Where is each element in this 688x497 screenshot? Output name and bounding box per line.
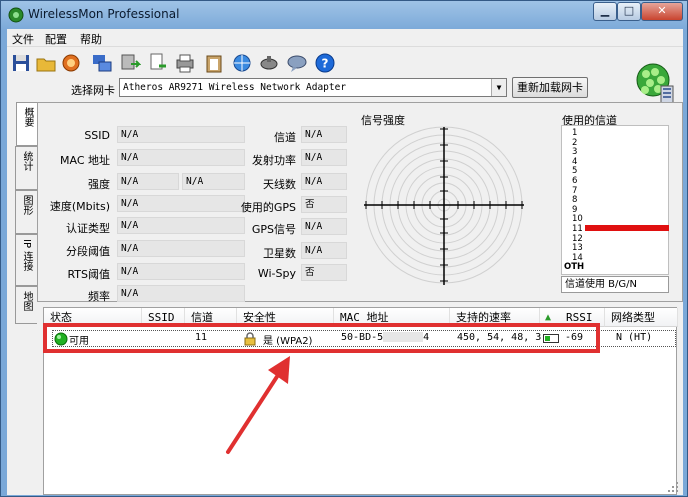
help-icon[interactable]: ?	[314, 52, 336, 74]
channel-number-11: 11	[572, 224, 583, 234]
adapter-label: 选择网卡	[71, 84, 115, 97]
rts-threshold-value: N/A	[117, 263, 245, 280]
signal-radar	[364, 126, 524, 285]
record-icon[interactable]	[60, 52, 82, 74]
speed-label: 速度(Mbits)	[49, 200, 110, 213]
antenna-count-value: N/A	[301, 173, 347, 190]
chevron-down-icon[interactable]: ▼	[491, 79, 506, 96]
close-button[interactable]: ✕	[641, 2, 683, 21]
menu-config[interactable]: 配置	[45, 31, 67, 47]
svg-text:?: ?	[322, 57, 329, 71]
reload-adapter-button[interactable]: 重新加载网卡	[512, 77, 588, 98]
strength-value-secondary: N/A	[182, 173, 245, 190]
wirelessmon-logo-icon	[636, 63, 674, 105]
tx-power-label: 发射功率	[252, 154, 296, 167]
resize-grip-icon[interactable]	[667, 481, 679, 493]
app-window: WirelessMon Professional ▁ □ ✕ 文件 配置 帮助 …	[0, 0, 688, 497]
channel-number-4: 4	[572, 156, 578, 167]
channel-number-2: 2	[572, 137, 578, 148]
ssid-value: N/A	[117, 126, 245, 143]
wispy-value: 否	[301, 264, 347, 281]
strength-label: 强度	[88, 178, 110, 191]
channel-number-8: 8	[572, 195, 578, 206]
ssid-label: SSID	[84, 129, 110, 142]
channels-used-group: 使用的信道 1 2 3 4 5 6 7 8 9 10 11 12 13 14 OTH 信道使用 B/G/N	[558, 111, 678, 296]
channel-number-1: 1	[572, 128, 578, 138]
vertical-tabs: 概要 统计 图形 IP 连接 地图	[15, 102, 38, 342]
minimize-button[interactable]: ▁	[593, 2, 617, 21]
network-icon[interactable]	[91, 52, 113, 74]
channel-number-13: 13	[572, 243, 583, 254]
summary-panel: SSID N/A MAC 地址 N/A 强度 N/A N/A 速度(Mbits)…	[37, 102, 683, 303]
signal-strength-group: 信号强度	[356, 111, 551, 296]
frag-threshold-label: 分段阈值	[66, 245, 110, 258]
highlight-box	[43, 323, 600, 353]
maximize-button[interactable]: □	[617, 2, 641, 21]
channel-label: 信道	[274, 131, 296, 144]
frag-threshold-value: N/A	[117, 240, 245, 257]
rts-threshold-label: RTS阈值	[67, 268, 110, 281]
client-area: 文件 配置 帮助 ? 选择网卡 Atheros AR9271 Wireless …	[7, 29, 683, 495]
print-icon[interactable]	[174, 52, 196, 74]
strength-value: N/A	[117, 173, 179, 190]
annotation-arrow	[226, 356, 290, 454]
print-preview-icon[interactable]	[147, 52, 169, 74]
channel-number-14: 14	[572, 252, 583, 263]
menu-help[interactable]: 帮助	[80, 31, 102, 47]
channel-number-12: 12	[572, 233, 583, 244]
satellite-count-label: 卫星数	[263, 247, 296, 260]
tab-map[interactable]: 地图	[15, 286, 37, 324]
menu-file[interactable]: 文件	[12, 31, 34, 47]
channel-usage-bar	[585, 225, 669, 231]
gps-signal-value: N/A	[301, 218, 347, 235]
channel-number-5: 5	[572, 166, 578, 177]
globe-icon[interactable]	[231, 52, 253, 74]
tab-graph[interactable]: 图形	[15, 190, 37, 234]
speed-value: N/A	[117, 195, 245, 212]
tab-summary[interactable]: 概要	[16, 102, 38, 146]
satellite-icon[interactable]	[258, 52, 280, 74]
auth-type-label: 认证类型	[66, 222, 110, 235]
chat-icon[interactable]	[286, 52, 308, 74]
row-network-type: N (HT)	[616, 332, 653, 343]
antenna-count-label: 天线数	[263, 178, 296, 191]
channel-number-oth: OTH	[564, 262, 585, 273]
export-icon[interactable]	[119, 52, 141, 74]
menu-bar: 文件 配置 帮助	[7, 29, 683, 47]
channel-usage-chart: 1 2 3 4 5 6 7 8 9 10 11 12 13 14 OTH	[561, 125, 669, 275]
adapter-select-value: Atheros AR9271 Wireless Network Adapter	[123, 82, 347, 93]
open-folder-icon[interactable]	[35, 52, 57, 74]
window-title: WirelessMon Professional	[28, 7, 180, 21]
title-bar[interactable]: WirelessMon Professional ▁ □ ✕	[1, 1, 687, 29]
channel-number-3: 3	[572, 147, 578, 158]
satellite-count-value: N/A	[301, 242, 347, 259]
channel-value: N/A	[301, 126, 347, 143]
channel-usage-footer[interactable]: 信道使用 B/G/N	[561, 276, 669, 293]
channel-number-7: 7	[572, 185, 578, 196]
gps-signal-label: GPS信号	[251, 223, 296, 236]
frequency-value: N/A	[117, 285, 245, 302]
tx-power-value: N/A	[301, 149, 347, 166]
channel-number-10: 10	[572, 214, 583, 225]
gps-used-label: 使用的GPS	[240, 201, 296, 214]
channel-number-9: 9	[572, 204, 578, 215]
frequency-label: 频率	[88, 290, 110, 303]
save-icon[interactable]	[10, 52, 32, 74]
gps-used-value: 否	[301, 196, 347, 213]
col-network-type[interactable]: 网络类型	[605, 308, 678, 327]
clipboard-icon[interactable]	[203, 52, 225, 74]
adapter-select[interactable]: Atheros AR9271 Wireless Network Adapter …	[119, 78, 507, 97]
wispy-label: Wi-Spy	[257, 267, 296, 280]
app-icon	[8, 7, 24, 23]
mac-value: N/A	[117, 149, 245, 166]
mac-label: MAC 地址	[60, 154, 110, 167]
channel-number-6: 6	[572, 176, 578, 186]
auth-type-value: N/A	[117, 217, 245, 234]
tab-ip-connection[interactable]: IP 连接	[15, 234, 37, 286]
tab-statistics[interactable]: 统计	[15, 146, 37, 190]
